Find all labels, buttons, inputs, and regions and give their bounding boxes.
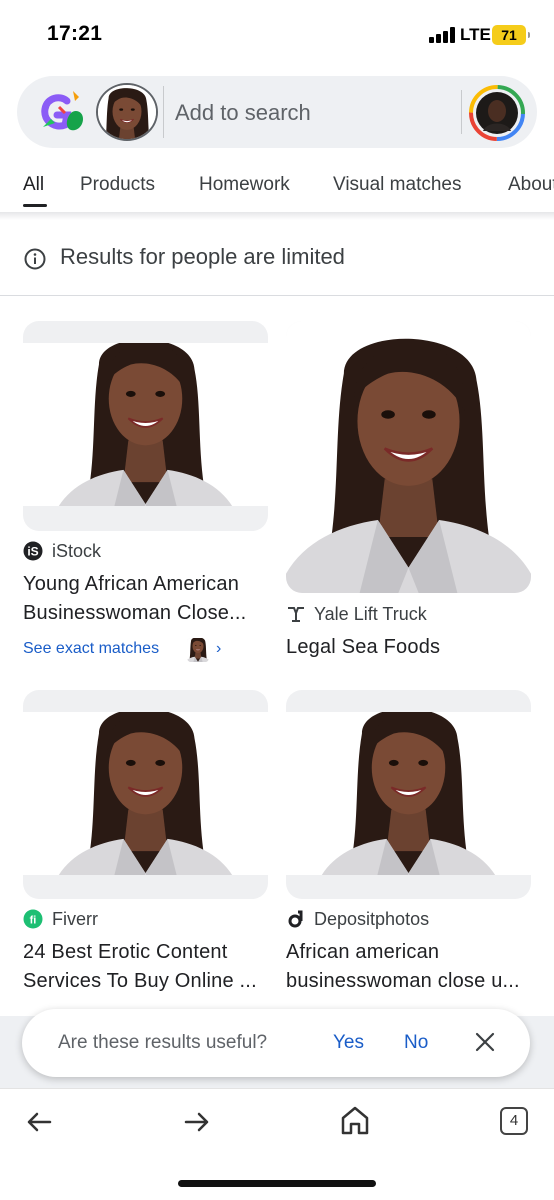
feedback-no-button[interactable]: No xyxy=(404,1032,428,1054)
feedback-question: Are these results useful? xyxy=(58,1032,268,1053)
see-exact-matches-link[interactable]: See exact matches xyxy=(23,640,159,658)
info-icon[interactable] xyxy=(24,248,46,270)
notice-text: Results for people are limited xyxy=(60,244,345,269)
back-arrow-icon[interactable] xyxy=(22,1105,56,1139)
fiverr-icon: fi xyxy=(23,909,43,929)
status-time: 17:21 xyxy=(47,22,103,45)
result-title-line: 24 Best Erotic Content xyxy=(23,941,228,963)
search-input[interactable] xyxy=(175,96,455,130)
people-results-notice: Results for people are limited xyxy=(0,226,554,296)
result-title[interactable]: Legal Sea Foods xyxy=(286,633,440,662)
network-type: LTE xyxy=(460,25,491,44)
result-tabs: All Products Homework Visual matches Abo… xyxy=(0,164,554,210)
google-lens-icon[interactable] xyxy=(37,87,87,137)
account-avatar[interactable] xyxy=(469,85,525,141)
tab-all[interactable]: All xyxy=(23,174,44,196)
tab-visual-matches[interactable]: Visual matches xyxy=(333,174,462,196)
tab-about[interactable]: About xyxy=(508,174,554,196)
home-indicator[interactable] xyxy=(178,1180,376,1187)
divider xyxy=(163,86,164,138)
status-bar: 17:21 LTE 71 xyxy=(0,0,554,70)
result-image[interactable] xyxy=(23,690,268,899)
yale-logo-icon xyxy=(288,607,304,622)
battery-indicator: 71 xyxy=(492,25,530,45)
result-image[interactable] xyxy=(286,321,531,593)
result-title-line: Legal Sea Foods xyxy=(286,636,441,658)
result-title[interactable]: 24 Best Erotic Content Services To Buy O… xyxy=(23,938,257,996)
cellular-signal-icon xyxy=(429,27,456,43)
tabs-shadow xyxy=(0,212,554,220)
svg-text:iS: iS xyxy=(27,545,38,559)
istock-icon: iS xyxy=(23,541,43,561)
result-title-line: Young African American xyxy=(23,573,240,595)
result-title-line: Businesswoman Close... xyxy=(23,602,247,624)
svg-text:fi: fi xyxy=(30,915,37,927)
home-icon[interactable] xyxy=(338,1103,372,1137)
chevron-right-icon[interactable]: › xyxy=(216,640,221,658)
result-title-line: Services To Buy Online ... xyxy=(23,970,257,992)
feedback-yes-button[interactable]: Yes xyxy=(333,1032,364,1054)
result-source: iStock xyxy=(52,541,102,561)
result-title[interactable]: Young African American Businesswoman Clo… xyxy=(23,570,246,628)
active-tab-indicator xyxy=(23,204,47,207)
result-title[interactable]: African american businesswoman close u..… xyxy=(286,938,520,996)
search-bar xyxy=(17,76,537,148)
query-image-thumbnail[interactable] xyxy=(96,83,158,141)
tab-homework[interactable]: Homework xyxy=(199,174,290,196)
divider xyxy=(461,90,462,134)
result-source: Depositphotos xyxy=(314,909,430,929)
feedback-prompt: Are these results useful? Yes No xyxy=(22,1009,530,1077)
close-icon[interactable] xyxy=(474,1031,496,1053)
forward-arrow-icon[interactable] xyxy=(180,1105,214,1139)
result-title-line: African american xyxy=(286,941,440,963)
result-source: Yale Lift Truck xyxy=(314,604,427,624)
result-image[interactable] xyxy=(23,321,268,531)
tab-switcher-button[interactable]: 4 xyxy=(500,1107,528,1135)
tab-products[interactable]: Products xyxy=(80,174,155,196)
result-title-line: businesswoman close u... xyxy=(286,970,520,992)
result-source: Fiverr xyxy=(52,909,98,929)
result-image[interactable] xyxy=(286,690,531,899)
depositphotos-icon xyxy=(288,910,303,928)
exact-match-thumbnail[interactable] xyxy=(187,638,209,662)
